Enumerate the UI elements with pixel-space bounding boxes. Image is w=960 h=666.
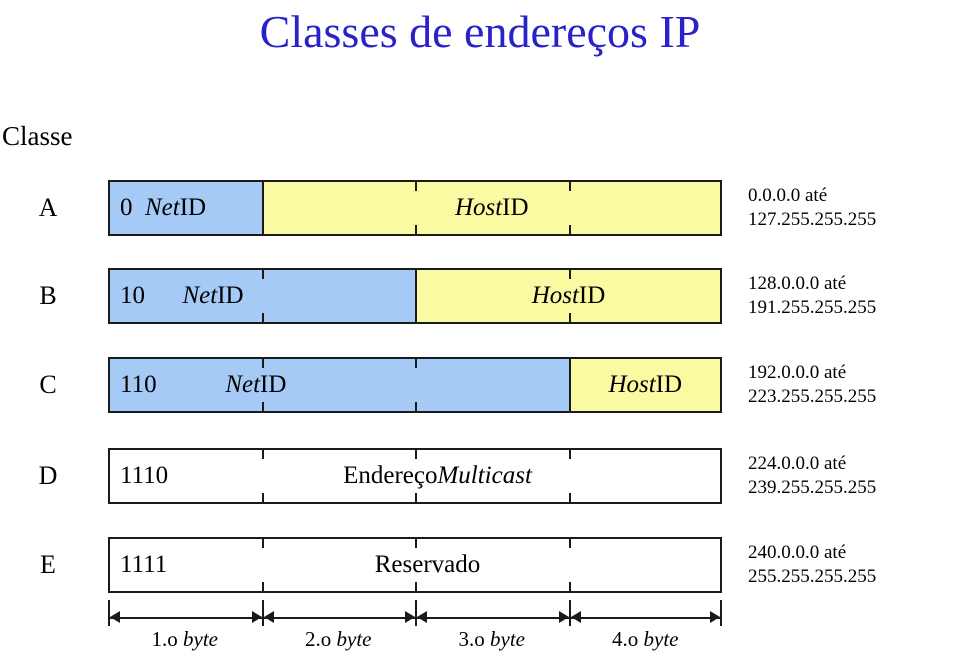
address-bar-d: 1110 Endereço Multicast — [108, 448, 722, 504]
host-id-segment-a — [263, 182, 720, 234]
byte-number-1: 1.o — [151, 627, 183, 651]
byte-tick — [415, 402, 417, 411]
arrow-left-icon — [263, 611, 274, 623]
range-from-c: 192.0.0.0 até — [748, 362, 847, 383]
range-from-d: 224.0.0.0 até — [748, 453, 847, 474]
address-range-e: 240.0.0.0 até 255.255.255.255 — [748, 541, 960, 589]
range-to-a: 127.255.255.255 — [748, 209, 877, 230]
ruler-divider — [720, 600, 722, 626]
byte-tick — [415, 359, 417, 368]
address-range-c: 192.0.0.0 até 223.255.255.255 — [748, 361, 960, 409]
ruler-line — [110, 617, 720, 619]
range-to-c: 223.255.255.255 — [748, 386, 877, 407]
byte-unit-1: byte — [183, 627, 218, 651]
byte-tick — [568, 270, 571, 279]
byte-number-4: 4.o — [612, 627, 644, 651]
byte-number-2: 2.o — [305, 627, 337, 651]
byte-tick — [415, 225, 417, 234]
arrow-right-icon — [710, 611, 720, 623]
byte-tick — [261, 493, 264, 502]
arrow-right-icon — [405, 611, 415, 623]
arrow-left-icon — [570, 611, 581, 623]
byte-unit-3: byte — [490, 627, 525, 651]
host-id-segment-c — [570, 359, 720, 411]
slide-canvas: Classes de endereços IP Classe A 0 Net I… — [0, 0, 960, 666]
range-from-b: 128.0.0.0 até — [748, 273, 847, 294]
range-to-e: 255.255.255.255 — [748, 566, 877, 587]
byte-tick — [415, 539, 417, 548]
byte-label-3: 3.o byte — [415, 626, 569, 652]
byte-label-2: 2.o byte — [262, 626, 416, 652]
class-letter-d: D — [38, 461, 58, 490]
range-from-e: 240.0.0.0 até — [748, 542, 847, 563]
address-bar-e: 1111 Reservado — [108, 537, 722, 593]
byte-tick — [568, 539, 571, 548]
arrow-right-icon — [558, 611, 569, 623]
class-letter-a: A — [38, 193, 58, 222]
range-to-d: 239.255.255.255 — [748, 477, 877, 498]
range-from-a: 0.0.0.0 até — [748, 185, 828, 206]
net-id-segment-c — [110, 359, 571, 411]
class-letter-c: C — [39, 370, 57, 399]
byte-tick — [568, 313, 571, 322]
byte-tick — [261, 359, 264, 368]
byte-tick — [261, 539, 264, 548]
byte-tick — [261, 450, 264, 459]
address-range-a: 0.0.0.0 até 127.255.255.255 — [748, 184, 960, 232]
class-letter-b: B — [39, 281, 57, 310]
byte-tick — [568, 182, 571, 191]
byte-tick — [261, 313, 264, 322]
byte-unit-2: byte — [336, 627, 372, 651]
byte-tick — [568, 225, 571, 234]
byte-tick — [261, 270, 264, 279]
byte-tick — [415, 182, 417, 191]
address-range-b: 128.0.0.0 até 191.255.255.255 — [748, 272, 960, 320]
byte-tick — [568, 493, 571, 502]
byte-ruler: 1.o byte 2.o byte 3.o byte 4.o byte — [108, 600, 722, 660]
range-to-b: 191.255.255.255 — [748, 297, 877, 318]
classe-column-heading: Classe — [2, 121, 73, 151]
address-bar-a: 0 Net ID Host ID — [108, 180, 722, 236]
byte-tick — [415, 493, 417, 502]
address-range-d: 224.0.0.0 até 239.255.255.255 — [748, 452, 960, 500]
byte-tick — [415, 582, 417, 591]
class-letter-e: E — [40, 550, 56, 579]
byte-tick — [261, 402, 264, 411]
page-title: Classes de endereços IP — [259, 6, 701, 57]
byte-unit-4: byte — [643, 627, 679, 651]
arrow-right-icon — [251, 611, 262, 623]
net-id-segment-b — [110, 270, 417, 322]
address-bar-c: 110 Net ID Host ID — [108, 357, 722, 413]
byte-tick — [568, 450, 571, 459]
net-id-segment-a — [110, 182, 264, 234]
arrow-left-icon — [417, 611, 427, 623]
byte-tick — [568, 582, 571, 591]
arrow-left-icon — [110, 611, 120, 623]
byte-number-3: 3.o — [458, 627, 490, 651]
byte-label-1: 1.o byte — [108, 626, 262, 652]
byte-tick — [415, 450, 417, 459]
address-bar-b: 10 Net ID Host ID — [108, 268, 722, 324]
byte-tick — [261, 582, 264, 591]
byte-label-4: 4.o byte — [569, 626, 723, 652]
